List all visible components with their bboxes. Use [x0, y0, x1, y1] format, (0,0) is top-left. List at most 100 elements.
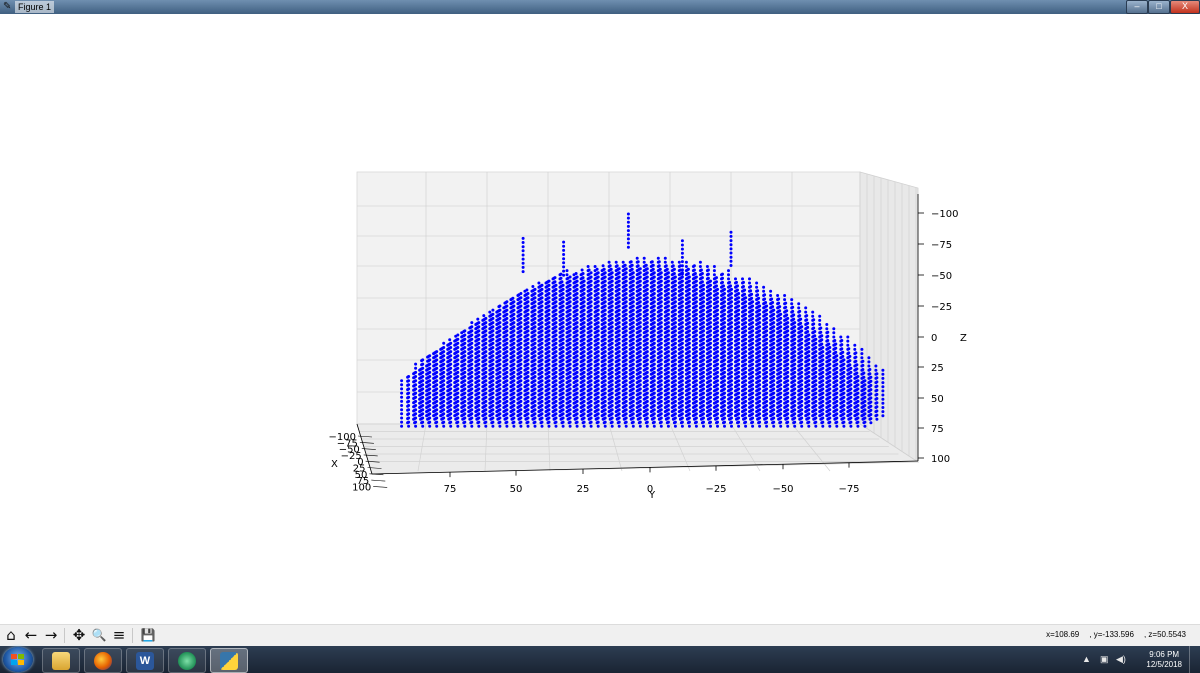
- data-point: [449, 370, 453, 374]
- data-point: [638, 333, 642, 337]
- data-point: [617, 283, 621, 287]
- data-point: [617, 287, 621, 291]
- data-point: [484, 358, 488, 362]
- data-point: [610, 412, 614, 416]
- data-point: [540, 408, 544, 412]
- data-point: [603, 325, 607, 329]
- data-point: [456, 333, 460, 337]
- data-point: [575, 329, 579, 333]
- data-point: [610, 391, 614, 395]
- data-point: [638, 424, 642, 428]
- data-point: [414, 424, 418, 428]
- data-point: [610, 399, 614, 403]
- data-point: [589, 341, 593, 345]
- data-point: [477, 341, 481, 345]
- data-point: [470, 395, 474, 399]
- data-point: [414, 379, 418, 383]
- data-point: [624, 420, 628, 424]
- data-point: [449, 408, 453, 412]
- data-point: [603, 362, 607, 366]
- data-point: [484, 346, 488, 349]
- close-button[interactable]: X: [1170, 0, 1200, 14]
- data-point: [638, 275, 642, 279]
- data-point: [601, 264, 605, 268]
- data-point: [568, 412, 572, 416]
- data-point: [596, 279, 600, 283]
- data-point: [470, 358, 474, 362]
- data-point: [568, 316, 572, 320]
- data-point: [568, 296, 572, 300]
- data-point: [477, 337, 481, 341]
- data-point: [449, 375, 453, 378]
- data-point: [463, 383, 467, 387]
- data-point: [589, 420, 593, 424]
- figure-canvas[interactable]: −100 −75 −50 −25 0 25 50 75 100 Z 75 50 25 0 −25 −50 −75…: [0, 14, 1200, 624]
- data-point: [582, 358, 586, 362]
- data-point: [581, 276, 585, 280]
- data-point: [652, 370, 656, 374]
- data-point: [642, 260, 646, 264]
- data-point: [456, 408, 460, 412]
- minimize-button[interactable]: –: [1126, 0, 1148, 14]
- data-point: [421, 420, 425, 424]
- data-point: [484, 399, 488, 403]
- data-point: [554, 304, 558, 308]
- data-point: [547, 358, 551, 362]
- data-point: [680, 399, 684, 403]
- data-point: [421, 391, 425, 395]
- data-point: [610, 325, 614, 329]
- data-point: [680, 379, 684, 383]
- data-point: [589, 337, 593, 341]
- maximize-button[interactable]: □: [1148, 0, 1170, 14]
- data-point: [442, 346, 446, 349]
- data-point: [512, 300, 516, 304]
- 3d-scatter-plot[interactable]: −100−75−50−250255075100Z75 50 25 0 −25 −50 −75…: [0, 14, 1200, 624]
- data-point: [547, 312, 551, 316]
- data-point: [435, 404, 439, 407]
- data-point: [421, 387, 425, 391]
- data-point: [428, 412, 432, 416]
- data-point: [631, 341, 635, 345]
- data-point: [561, 424, 565, 428]
- data-point: [561, 329, 565, 333]
- data-point: [624, 387, 628, 391]
- data-point: [477, 325, 481, 329]
- data-point: [596, 283, 600, 287]
- data-point: [638, 420, 642, 424]
- data-point: [540, 370, 544, 374]
- data-point: [631, 387, 635, 391]
- data-point: [498, 304, 502, 308]
- data-point: [407, 404, 411, 407]
- data-point: [519, 379, 523, 383]
- data-point: [680, 424, 684, 428]
- data-point: [596, 312, 600, 316]
- data-point: [610, 341, 614, 345]
- data-point: [463, 354, 467, 358]
- data-point: [512, 337, 516, 341]
- data-point: [561, 362, 565, 366]
- data-point: [533, 333, 537, 337]
- data-point: [589, 333, 593, 337]
- data-point: [526, 395, 530, 399]
- data-point: [652, 387, 656, 391]
- data-point: [603, 383, 607, 387]
- data-point: [540, 292, 544, 295]
- data-point: [533, 287, 537, 291]
- data-point: [484, 366, 488, 370]
- data-point: [482, 314, 486, 318]
- data-point: [673, 375, 677, 378]
- data-point: [463, 424, 467, 428]
- data-point: [554, 354, 558, 358]
- data-point: [617, 366, 621, 370]
- data-point: [512, 404, 516, 407]
- data-point: [624, 279, 628, 283]
- data-point: [631, 395, 635, 399]
- data-point: [638, 312, 642, 316]
- data-point: [624, 329, 628, 333]
- data-point: [652, 329, 656, 333]
- data-point: [526, 346, 530, 349]
- data-point: [645, 287, 649, 291]
- data-point: [498, 337, 502, 341]
- data-point: [512, 412, 516, 416]
- data-point: [582, 283, 586, 287]
